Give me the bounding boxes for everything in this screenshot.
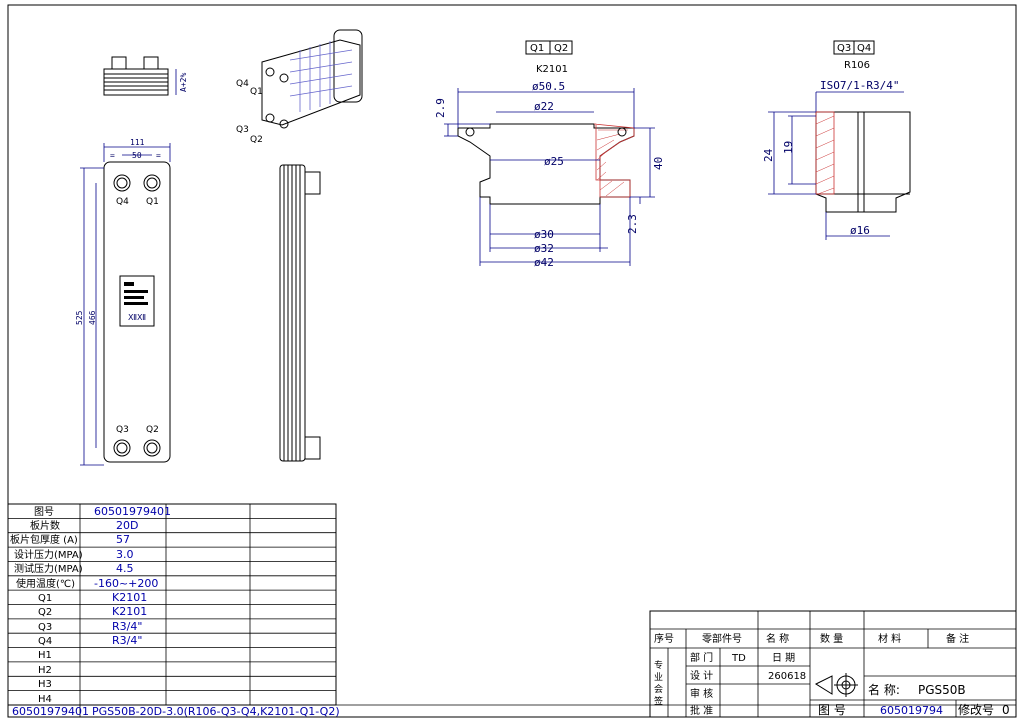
iso-label-q4: Q4 [236,79,249,89]
spec-row-value: R3/4" [112,620,142,633]
spec-footer-code: 60501979401 [12,705,89,718]
front-dim-tick-left: = [110,151,115,160]
tb-drawing-no-value: 605019794 [880,704,943,717]
spec-row-label: Q1 [38,593,52,604]
tb-dept-value: TD [731,653,746,664]
spec-row-label: Q4 [38,636,52,647]
front-label-q2: Q2 [146,425,159,435]
front-dim-width: 111 [130,138,145,147]
tb-dept-label: 部 门 [690,651,713,664]
iso-label-q1: Q1 [250,87,263,97]
nameplate-mark: ⅫⅫ [128,313,146,322]
front-dim-height-total: 525 [75,310,84,325]
tb-name-label: 名 称: [868,682,900,697]
spec-row-value: 57 [116,533,130,546]
k2101-dim-d25: ø25 [544,155,564,168]
spec-row-label: H2 [38,665,52,676]
spec-footer-desc: PGS50B-20D-3.0(R106-Q3-Q4,K2101-Q1-Q2) [92,705,340,718]
r106-dim-h24: 24 [762,148,775,162]
tb-header: 备 注 [946,632,969,645]
spec-row-value: 20D [116,519,138,532]
tb-revision-label: 修改号 [958,702,994,717]
drawing-sheet: A+2% Q4 Q1 Q3 Q2 Q4 Q1 Q3 Q2 ⅫⅫ 111 50 =… [7,4,1017,718]
front-view: Q4 Q1 Q3 Q2 ⅫⅫ 111 50 = = 525 466 [75,138,171,466]
tb-side-char: 专 [654,659,663,671]
spec-row-label: H4 [38,694,52,705]
r106-tag-right: Q4 [857,43,871,54]
k2101-dim-h40: 40 [652,157,665,170]
r106-dim-d16: ø16 [850,224,870,237]
k2101-dim-d22: ø22 [534,100,554,113]
title-block: 序号 零部件号 名 称 数 量 材 料 备 注 专 业 会 签 部 门 TD 日… [649,610,1017,718]
tb-design-value: 260618 [768,671,806,682]
iso-label-q3: Q3 [236,125,249,135]
front-label-q4: Q4 [116,197,129,207]
front-dim-height-inner: 466 [88,310,97,325]
detail-k2101: Q1 Q2 K2101 ø50.5 ø22 ø25 ø30 ø32 ø42 40… [434,40,665,269]
spec-row-label: 使用温度(℃) [16,577,75,590]
r106-tag-left: Q3 [837,43,851,54]
spec-row-value: R3/4" [112,634,142,647]
tb-review-label: 审 核 [690,687,713,700]
spec-row-label: H3 [38,679,52,690]
detail-r106: Q3 Q4 R106 ISO7/1-R3/4" 24 19 ø16 [762,40,911,240]
spec-row-value: -160~+200 [94,577,158,590]
spec-row-label: 测试压力(MPA) [14,562,83,575]
front-dim-inner: 50 [132,151,142,160]
tb-header: 零部件号 [702,632,742,645]
spec-row-label: Q3 [38,622,52,633]
front-label-q1: Q1 [146,197,159,207]
spec-row-value: 3.0 [116,548,134,561]
tb-side-char: 签 [654,695,663,707]
tb-header: 名 称 [766,632,789,645]
k2101-dim-d505: ø50.5 [532,80,565,93]
k2101-dim-d32: ø32 [534,242,554,255]
k2101-dim-d42: ø42 [534,256,554,269]
isometric-view: Q4 Q1 Q3 Q2 [236,29,363,145]
top-dim-label: A+2% [179,73,188,92]
tb-side-char: 会 [654,683,663,695]
k2101-dim-h23: 2.3 [626,214,639,234]
k2101-tag-right: Q2 [554,43,568,54]
k2101-name: K2101 [536,64,568,75]
tb-header: 材 料 [878,632,901,645]
front-label-q3: Q3 [116,425,129,435]
tb-date-label: 日 期 [772,652,795,664]
tb-design-label: 设 计 [690,669,713,682]
r106-thread: ISO7/1-R3/4" [820,79,899,92]
projection-symbol-icon [814,673,858,697]
spec-row-value: 4.5 [116,562,134,575]
k2101-dim-d30: ø30 [534,228,554,241]
tb-drawing-no-label: 图 号 [818,703,846,717]
spec-row-label: 设计压力(MPA) [14,548,83,561]
k2101-tag-left: Q1 [530,43,544,54]
spec-row-value: K2101 [112,605,147,618]
r106-name: R106 [844,60,870,71]
k2101-dim-h29: 2.9 [434,98,447,118]
spec-row-label: Q2 [38,607,52,618]
tb-header: 序号 [654,632,674,645]
iso-label-q2: Q2 [250,135,263,145]
spec-row-label: 图号 [34,506,54,518]
tb-side-char: 业 [654,672,663,683]
tb-name-value: PGS50B [918,683,966,697]
r106-dim-h19: 19 [782,141,795,154]
front-dim-tick-right: = [156,151,161,160]
spec-row-value: K2101 [112,591,147,604]
spec-row-label: H1 [38,650,52,661]
spec-row-value: 60501979401 [94,505,171,518]
tb-revision-value: 0 [1002,703,1010,717]
top-view: A+2% [103,56,188,96]
spec-row-label: 板片包厚度 (A) [10,533,78,546]
side-view [279,164,321,462]
tb-header: 数 量 [820,632,843,645]
tb-approve-label: 批 准 [690,704,713,717]
spec-row-label: 板片数 [30,519,60,532]
